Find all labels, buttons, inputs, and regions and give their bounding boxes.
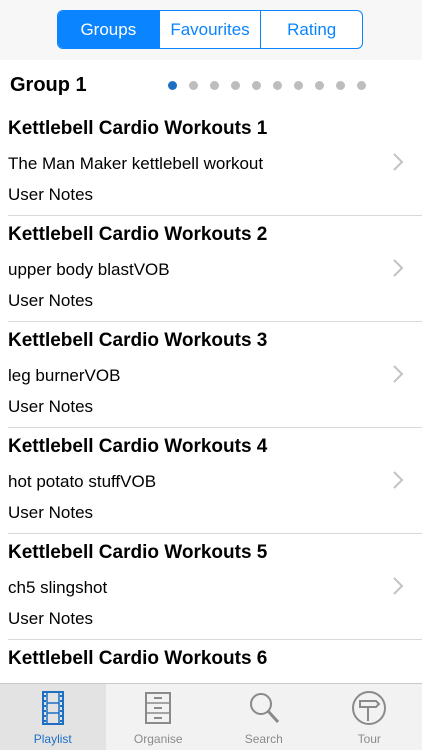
list-item[interactable]: Kettlebell Cardio Workouts 4 hot potato … [0, 428, 422, 534]
page-dot-10[interactable] [357, 81, 366, 90]
workout-list: Kettlebell Cardio Workouts 1 The Man Mak… [0, 110, 422, 746]
page-dot-6[interactable] [273, 81, 282, 90]
tab-organise[interactable]: Organise [106, 684, 212, 750]
chevron-right-icon [393, 471, 404, 489]
page-dot-1[interactable] [168, 81, 177, 90]
tab-search[interactable]: Search [211, 684, 317, 750]
chevron-right-icon [393, 365, 404, 383]
tab-label: Organise [133, 732, 183, 746]
segment-favourites[interactable]: Favourites [158, 11, 261, 48]
page-dot-5[interactable] [252, 81, 261, 90]
group-title: Group 1 [10, 74, 87, 96]
list-item[interactable]: Kettlebell Cardio Workouts 1 The Man Mak… [0, 110, 422, 216]
page-dot-4[interactable] [231, 81, 240, 90]
item-notes: User Notes [8, 503, 94, 522]
item-subtitle: ch5 slingshot [8, 578, 108, 597]
item-notes: User Notes [8, 185, 94, 204]
chevron-right-icon [393, 153, 404, 171]
group-header: Group 1 [0, 60, 422, 110]
item-title: Kettlebell Cardio Workouts 3 [8, 330, 268, 351]
magnifier-icon [249, 693, 279, 724]
segmented-control: Groups Favourites Rating [57, 10, 363, 49]
segment-groups[interactable]: Groups [58, 11, 159, 48]
list-item[interactable]: Kettlebell Cardio Workouts 3 leg burnerV… [0, 322, 422, 428]
item-subtitle: hot potato stuffVOB [8, 472, 157, 491]
film-strip-icon [41, 691, 64, 725]
tab-playlist[interactable]: Playlist [0, 684, 106, 750]
item-title: Kettlebell Cardio Workouts 4 [8, 436, 268, 457]
tab-tour[interactable]: Tour [317, 684, 422, 750]
header-bar: Groups Favourites Rating [0, 0, 422, 61]
item-title: Kettlebell Cardio Workouts 2 [8, 224, 268, 245]
item-notes: User Notes [8, 609, 94, 628]
item-title: Kettlebell Cardio Workouts 5 [8, 542, 268, 563]
list-item[interactable]: Kettlebell Cardio Workouts 5 ch5 slingsh… [0, 534, 422, 640]
tab-label: Tour [357, 732, 381, 746]
item-notes: User Notes [8, 291, 94, 310]
signpost-icon [352, 691, 387, 725]
tab-bar: Playlist Organise Search Tour [0, 683, 422, 750]
chevron-right-icon [393, 259, 404, 277]
page-dot-9[interactable] [336, 81, 345, 90]
page-dot-7[interactable] [294, 81, 303, 90]
list-item[interactable]: Kettlebell Cardio Workouts 2 upper body … [0, 216, 422, 322]
page-dot-3[interactable] [210, 81, 219, 90]
tab-label: Playlist [33, 732, 72, 746]
cabinet-icon [145, 692, 172, 724]
item-subtitle: leg burnerVOB [8, 366, 121, 385]
tab-label: Search [244, 732, 283, 746]
segment-rating[interactable]: Rating [260, 11, 362, 48]
page-dot-2[interactable] [189, 81, 198, 90]
item-subtitle: upper body blastVOB [8, 260, 170, 279]
item-title: Kettlebell Cardio Workouts 1 [8, 118, 268, 139]
page-indicator[interactable] [168, 81, 366, 90]
item-subtitle: The Man Maker kettlebell workout [8, 154, 264, 173]
chevron-right-icon [393, 577, 404, 595]
item-title: Kettlebell Cardio Workouts 6 [8, 648, 268, 669]
item-notes: User Notes [8, 397, 94, 416]
page-dot-8[interactable] [315, 81, 324, 90]
